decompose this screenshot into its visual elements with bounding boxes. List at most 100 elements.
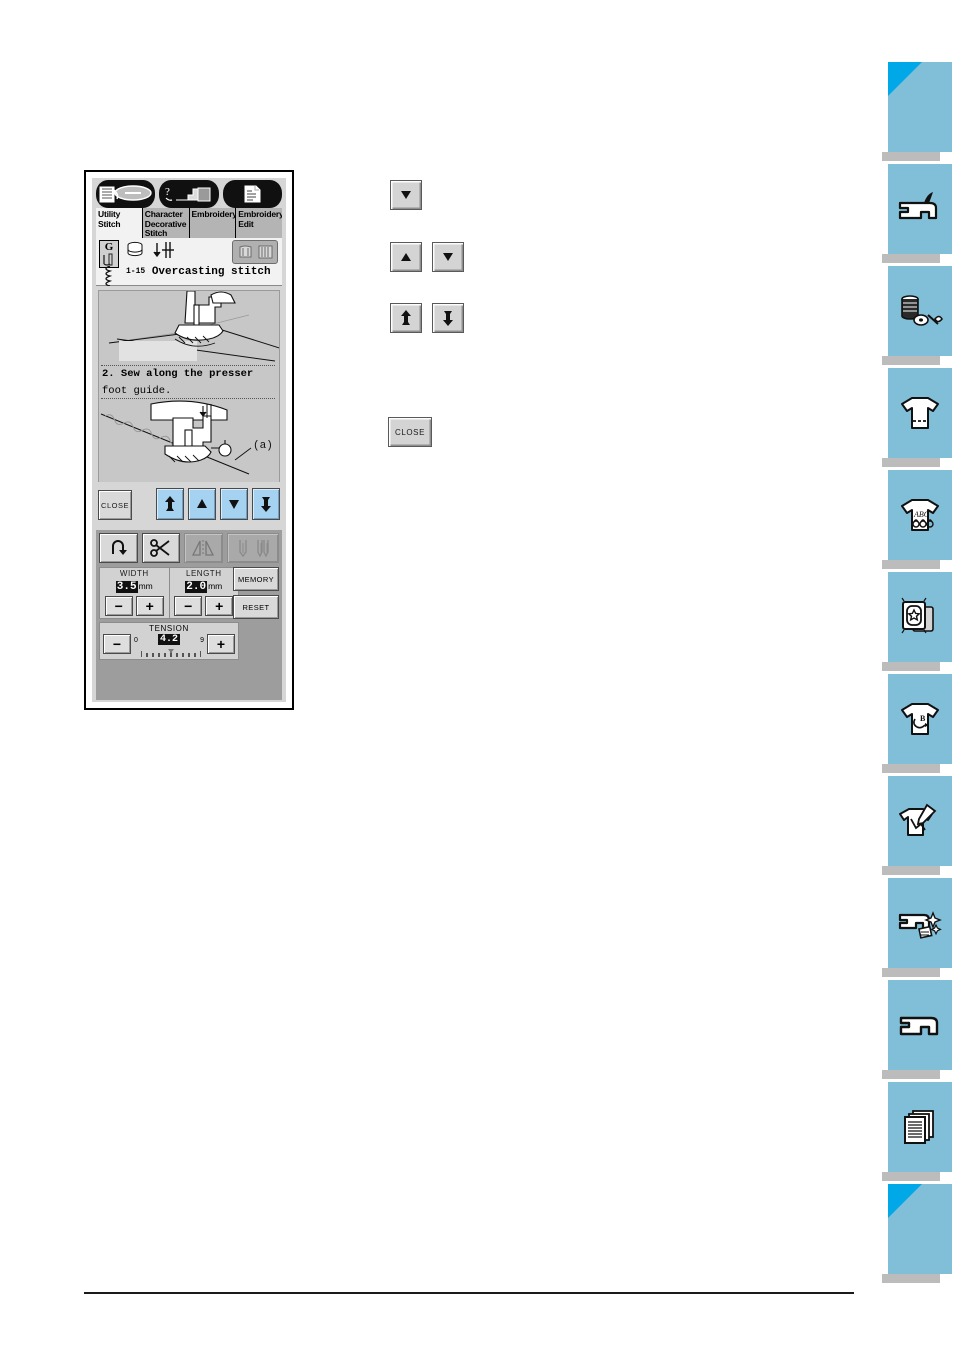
- sample-row-3: [390, 303, 464, 333]
- tension-scale-max: 9: [200, 637, 204, 644]
- memory-reset-group: MEMORY RESET: [233, 567, 279, 623]
- sewing-machine-icon: [897, 189, 943, 229]
- length-value: 2.0: [185, 581, 208, 593]
- index-tab-index[interactable]: [882, 1082, 952, 1181]
- length-value-display: 2.0 mm: [170, 580, 239, 593]
- length-label: LENGTH: [186, 569, 222, 578]
- reset-button[interactable]: RESET: [233, 595, 279, 619]
- tension-label: TENSION: [149, 624, 189, 633]
- tab-embroidery[interactable]: Embroidery: [189, 208, 237, 238]
- lcd-close-button[interactable]: CLOSE: [98, 490, 132, 520]
- svg-text:B: B: [920, 714, 926, 723]
- width-label: WIDTH: [119, 569, 149, 578]
- sewing-machine-icon: [897, 1005, 943, 1045]
- tab-character-decorative-stitch[interactable]: Character Decorative Stitch: [142, 208, 190, 238]
- lcd-nav-buttons: [156, 488, 280, 520]
- illustration-step2: (a): [99, 400, 279, 482]
- tshirt-pencil-icon: [897, 801, 943, 841]
- width-stepper: − +: [102, 596, 167, 616]
- manual-page: ? Utility Stitch Character Decorative St…: [0, 0, 954, 1349]
- function-button-row: [99, 533, 279, 563]
- index-tab-embroidery[interactable]: [882, 572, 952, 671]
- presser-foot-letter: G: [104, 241, 114, 253]
- index-tab-utility-stitch[interactable]: [882, 368, 952, 467]
- tension-ruler: [141, 649, 201, 657]
- width-control: WIDTH 3.5 mm − +: [100, 568, 169, 618]
- tension-minus-button[interactable]: −: [103, 634, 131, 654]
- index-tab-machine-setup[interactable]: [882, 164, 952, 263]
- tension-scale-min: 0: [134, 637, 138, 644]
- footer-divider: [84, 1292, 854, 1294]
- index-tab-appendix-machine[interactable]: [882, 980, 952, 1079]
- sample-row-2: [390, 242, 464, 272]
- sample-close-row: CLOSE: [388, 417, 432, 447]
- needle-down-icon: [152, 241, 178, 268]
- lcd-screen: ? Utility Stitch Character Decorative St…: [84, 170, 294, 710]
- lcd-icon-bar: ?: [96, 180, 282, 208]
- tshirt-abc-icon: ABC: [897, 495, 943, 535]
- thread-cutter-button[interactable]: [141, 533, 181, 563]
- needle-mode-button[interactable]: [226, 533, 279, 563]
- length-plus-button[interactable]: +: [205, 596, 234, 616]
- control-panel: WIDTH 3.5 mm − + LENGTH 2.0 mm − + MEMOR…: [96, 530, 282, 700]
- settings-list-icon[interactable]: [222, 180, 282, 208]
- index-tab-my-custom-design[interactable]: [882, 776, 952, 875]
- lcd-nav-row: CLOSE: [98, 488, 280, 524]
- stitch-guide-icon[interactable]: [96, 180, 156, 208]
- sample-down-arrow-button[interactable]: [390, 180, 422, 210]
- machine-clean-icon: [897, 903, 943, 943]
- nav-first-button[interactable]: [156, 488, 184, 520]
- mirror-image-button[interactable]: [184, 533, 223, 563]
- machine-help-icon[interactable]: ?: [159, 180, 219, 208]
- lcd-tabs: Utility Stitch Character Decorative Stit…: [96, 208, 282, 238]
- length-minus-button[interactable]: −: [174, 596, 203, 616]
- index-tab-embroidery-edit[interactable]: B: [882, 674, 952, 773]
- documents-icon: [897, 1107, 943, 1147]
- width-length-box: WIDTH 3.5 mm − + LENGTH 2.0 mm − +: [99, 567, 239, 619]
- length-stepper: − +: [172, 596, 237, 616]
- tension-control: TENSION − + 0 9 4.2: [99, 622, 239, 660]
- stitch-title: Overcasting stitch: [151, 266, 271, 278]
- embroidery-hoop-icon: [897, 597, 943, 637]
- width-unit: mm: [138, 581, 153, 591]
- tab-utility-stitch[interactable]: Utility Stitch: [96, 208, 143, 238]
- lcd-inner: ? Utility Stitch Character Decorative St…: [92, 178, 286, 702]
- sample-last-arrow-button[interactable]: [432, 303, 464, 333]
- width-minus-button[interactable]: −: [104, 596, 133, 616]
- tension-scale: 0 9 4.2: [134, 634, 204, 658]
- svg-text:?: ?: [165, 186, 170, 198]
- index-tab-back-cover[interactable]: [882, 1184, 952, 1283]
- tension-plus-button[interactable]: +: [207, 634, 235, 654]
- length-unit: mm: [208, 581, 223, 591]
- help-step-line2: foot guide.: [102, 385, 172, 397]
- width-value: 3.5: [115, 581, 138, 593]
- tab-embroidery-edit[interactable]: Embroidery Edit: [236, 208, 282, 238]
- presser-foot-badge: G: [99, 240, 119, 268]
- single-twin-needle-button[interactable]: [232, 240, 278, 264]
- nav-up-button[interactable]: [188, 488, 216, 520]
- index-tab-character-stitch[interactable]: ABC: [882, 470, 952, 569]
- sample-down-arrow-button[interactable]: [432, 242, 464, 272]
- memory-button[interactable]: MEMORY: [233, 567, 279, 591]
- width-plus-button[interactable]: +: [135, 596, 164, 616]
- sample-first-arrow-button[interactable]: [390, 303, 422, 333]
- bobbin-icon: [126, 241, 146, 266]
- help-step-text: 2. Sew along the presser foot guide.: [101, 365, 275, 399]
- help-illustration-area: 2. Sew along the presser foot guide. (a): [98, 290, 280, 482]
- sample-up-arrow-button[interactable]: [390, 242, 422, 272]
- index-tab-appendix-care[interactable]: [882, 878, 952, 977]
- reverse-stitch-button[interactable]: [99, 533, 138, 563]
- stitch-pattern-preview: [100, 265, 122, 291]
- nav-last-button[interactable]: [252, 488, 280, 520]
- width-value-display: 3.5 mm: [100, 580, 169, 593]
- index-tab-accessories[interactable]: [882, 266, 952, 365]
- help-step-line1: 2. Sew along the presser: [102, 368, 254, 380]
- stitch-number: 1-15: [126, 267, 146, 276]
- nav-down-button[interactable]: [220, 488, 248, 520]
- thread-spool-icon: [897, 291, 943, 331]
- index-tab-cover[interactable]: [882, 62, 952, 161]
- sample-close-button[interactable]: CLOSE: [388, 417, 432, 447]
- illustration-callout-label: (a): [253, 440, 273, 452]
- stitch-info-bar: G 1-15 Overcasting stitch: [96, 238, 282, 287]
- svg-text:ABC: ABC: [913, 510, 930, 519]
